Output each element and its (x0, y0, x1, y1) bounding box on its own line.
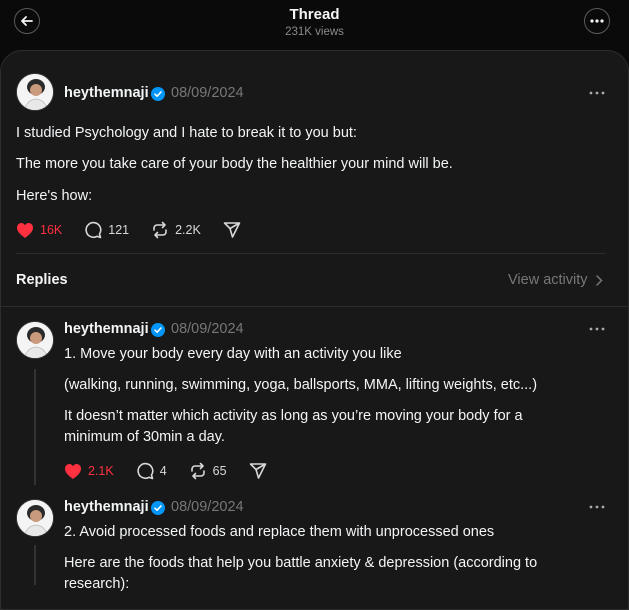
view-activity-label: View activity (508, 272, 588, 288)
header-title-group: Thread 231K views (0, 6, 629, 38)
reply-date[interactable]: 08/09/2024 (171, 499, 244, 515)
share-button[interactable] (249, 462, 273, 480)
more-options-button[interactable] (584, 8, 610, 34)
repost-icon (153, 221, 167, 239)
views-count: 231K views (285, 26, 344, 38)
reply-username[interactable]: heythemnaji (64, 499, 149, 515)
page-title: Thread (289, 6, 340, 23)
replies-heading: Replies (16, 272, 68, 288)
verified-badge-icon (151, 87, 165, 101)
top-bar: Thread 231K views (0, 0, 629, 50)
reply-more-icon[interactable] (589, 327, 605, 331)
repost-count: 65 (212, 464, 227, 478)
reply-text-line: Here are the foods that help you battle … (64, 555, 538, 571)
like-button[interactable]: 16K (16, 222, 62, 239)
reply-text-line: minimum of 30min a day. (64, 429, 225, 445)
like-button[interactable]: 2.1K (64, 463, 114, 480)
reply-date[interactable]: 08/09/2024 (171, 321, 244, 337)
comment-button[interactable]: 4 (136, 462, 167, 480)
repost-button[interactable]: 65 (189, 462, 227, 480)
comment-icon (85, 221, 102, 239)
avatar[interactable] (16, 499, 54, 537)
repost-count: 2.2K (175, 223, 201, 237)
reply-text-line: 2. Avoid processed foods and replace the… (64, 524, 495, 540)
comment-button[interactable]: 121 (84, 221, 129, 239)
post-actions: 16K 121 2.2K (16, 221, 269, 239)
post-more-icon[interactable] (589, 91, 605, 95)
reply-text-line: 1. Move your body every day with an acti… (64, 346, 402, 362)
post-text-line: The more you take care of your body the … (16, 156, 453, 172)
comment-icon (137, 462, 154, 480)
view-activity-link[interactable]: View activity (508, 272, 603, 288)
repost-button[interactable]: 2.2K (151, 221, 201, 239)
heart-filled-icon (65, 463, 81, 479)
verified-badge-icon (151, 501, 165, 515)
heart-filled-icon (17, 222, 33, 238)
repost-icon (190, 462, 205, 480)
comment-count: 121 (108, 223, 130, 237)
divider (0, 306, 629, 307)
post-text-line: I studied Psychology and I hate to break… (16, 125, 357, 141)
chevron-right-icon (595, 274, 603, 286)
comment-count: 4 (159, 464, 167, 478)
divider (16, 253, 605, 254)
post-username[interactable]: heythemnaji (64, 85, 149, 101)
avatar[interactable] (16, 321, 54, 359)
share-button[interactable] (223, 221, 247, 239)
reply-text-line: (walking, running, swimming, yoga, balls… (64, 377, 538, 393)
post-text-line: Here's how: (16, 188, 93, 204)
thread-connector-line (34, 369, 36, 485)
more-horizontal-icon (590, 19, 604, 23)
thread-connector-line (34, 545, 36, 585)
send-icon (223, 222, 241, 238)
reply-text-line: It doesn’t matter which activity as long… (64, 408, 523, 424)
reply-username[interactable]: heythemnaji (64, 321, 149, 337)
like-count: 16K (40, 223, 63, 237)
reply-more-icon[interactable] (589, 505, 605, 509)
avatar[interactable] (16, 73, 54, 111)
like-count: 2.1K (88, 464, 114, 478)
reply-actions: 2.1K 4 65 (64, 462, 295, 480)
post-date[interactable]: 08/09/2024 (171, 85, 244, 101)
verified-badge-icon (151, 323, 165, 337)
send-icon (249, 463, 266, 479)
